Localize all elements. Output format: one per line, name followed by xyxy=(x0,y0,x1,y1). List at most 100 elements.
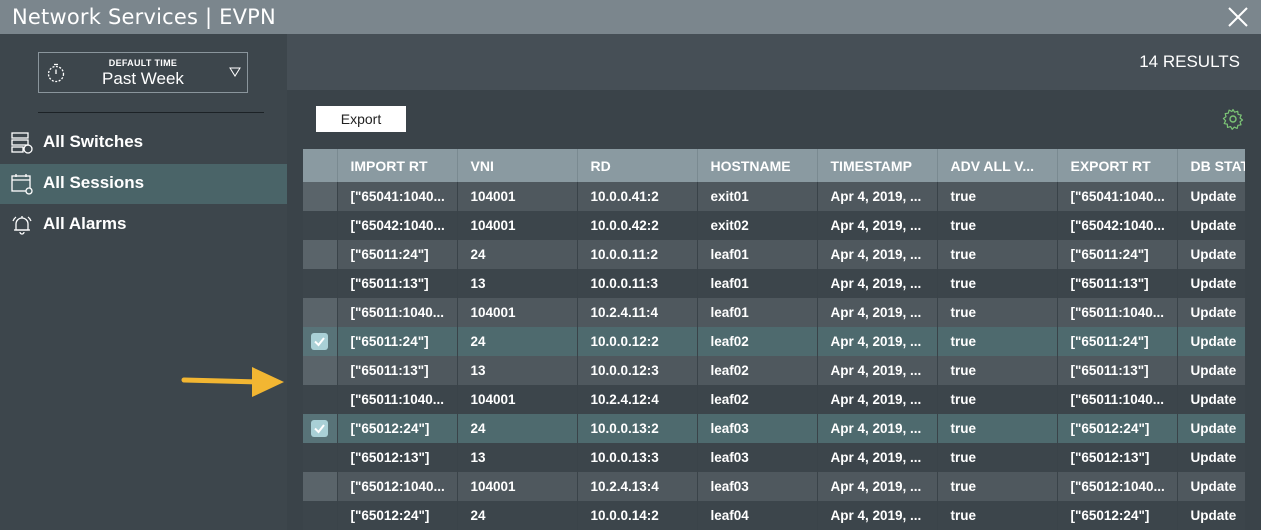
sessions-table: IMPORT RT VNI RD HOSTNAME TIMESTAMP ADV … xyxy=(303,149,1245,530)
sessions-icon xyxy=(11,174,33,195)
column-header-import-rt[interactable]: IMPORT RT xyxy=(337,149,458,182)
table-cell: Apr 4, 2019, ... xyxy=(817,356,938,385)
table-cell: Apr 4, 2019, ... xyxy=(817,327,938,356)
column-header-export-rt[interactable]: EXPORT RT xyxy=(1057,149,1178,182)
table-row[interactable]: ["65012:1040... 104001 10.2.4.13:4 leaf03 Ap… xyxy=(303,472,1245,501)
table-row[interactable]: ["65011:1040... 104001 10.2.4.12:4 leaf02 Ap… xyxy=(303,385,1245,414)
sidebar-item-all-alarms[interactable]: All Alarms xyxy=(0,205,287,245)
alarm-bell-icon xyxy=(12,216,32,235)
table-cell: 24 xyxy=(457,501,578,530)
table-cell: leaf02 xyxy=(697,356,818,385)
table-row[interactable]: ["65011:24"] 24 10.0.0.11:2 leaf01 Apr 4, 20… xyxy=(303,240,1245,269)
table-header-row: IMPORT RT VNI RD HOSTNAME TIMESTAMP ADV … xyxy=(303,149,1245,182)
export-button[interactable]: Export xyxy=(316,106,406,132)
row-select-cell[interactable] xyxy=(303,385,338,414)
table-row[interactable]: ["65011:13"] 13 10.0.0.12:3 leaf02 Apr 4, 20… xyxy=(303,356,1245,385)
table-cell: leaf03 xyxy=(697,414,818,443)
table-cell: true xyxy=(937,240,1058,269)
table-cell: Apr 4, 2019, ... xyxy=(817,182,938,211)
table-cell: true xyxy=(937,501,1058,530)
sidebar-item-all-sessions[interactable]: All Sessions xyxy=(0,164,287,204)
row-select-cell[interactable] xyxy=(303,501,338,530)
table-cell: 104001 xyxy=(457,182,578,211)
time-range-dropdown[interactable]: DEFAULT TIME Past Week xyxy=(38,52,248,93)
table-cell: true xyxy=(937,182,1058,211)
table-cell: ["65011:1040... xyxy=(1057,298,1178,327)
switches-icon xyxy=(11,132,33,154)
results-count: 14 RESULTS xyxy=(1139,52,1240,71)
table-row[interactable]: ["65012:24"] 24 10.0.0.14:2 leaf04 Apr 4, 20… xyxy=(303,501,1245,530)
table-cell: Update xyxy=(1177,443,1245,472)
row-select-cell[interactable] xyxy=(303,240,338,269)
row-select-cell[interactable] xyxy=(303,298,338,327)
table-cell: ["65041:1040... xyxy=(1057,182,1178,211)
column-header-rd[interactable]: RD xyxy=(577,149,698,182)
table-row[interactable]: ["65012:13"] 13 10.0.0.13:3 leaf03 Apr 4, 20… xyxy=(303,443,1245,472)
table-cell: ["65012:13"] xyxy=(337,443,458,472)
close-icon[interactable] xyxy=(1225,4,1251,30)
table-cell: ["65011:13"] xyxy=(1057,356,1178,385)
table-cell: ["65012:13"] xyxy=(1057,443,1178,472)
annotation-arrow xyxy=(181,367,284,397)
table-cell: ["65041:1040... xyxy=(337,182,458,211)
row-select-cell[interactable] xyxy=(303,269,338,298)
table-cell: 10.0.0.14:2 xyxy=(577,501,698,530)
table-cell: Update xyxy=(1177,298,1245,327)
table-cell: Apr 4, 2019, ... xyxy=(817,298,938,327)
table-cell: 10.2.4.12:4 xyxy=(577,385,698,414)
table-row[interactable]: ["65011:24"] 24 10.0.0.12:2 leaf02 Apr 4, 20… xyxy=(303,327,1245,356)
table-cell: true xyxy=(937,356,1058,385)
row-select-cell[interactable] xyxy=(303,211,338,240)
table-cell: ["65011:24"] xyxy=(337,240,458,269)
sidebar-item-all-switches[interactable]: All Switches xyxy=(0,123,287,163)
title-bar: Network Services | EVPN xyxy=(0,0,1261,34)
column-header-timestamp[interactable]: TIMESTAMP xyxy=(817,149,938,182)
table-cell: ["65012:1040... xyxy=(1057,472,1178,501)
table-cell: Update xyxy=(1177,356,1245,385)
table-cell: Update xyxy=(1177,182,1245,211)
row-select-cell[interactable] xyxy=(303,182,338,211)
table-cell: Update xyxy=(1177,472,1245,501)
column-header-adv-all-vni[interactable]: ADV ALL V... xyxy=(937,149,1058,182)
caret-down-icon xyxy=(229,67,241,77)
checkbox-checked-icon[interactable] xyxy=(311,420,329,437)
table-cell: true xyxy=(937,298,1058,327)
table-cell: ["65012:1040... xyxy=(337,472,458,501)
table-cell: true xyxy=(937,385,1058,414)
column-header-hostname[interactable]: HOSTNAME xyxy=(697,149,818,182)
table-cell: Update xyxy=(1177,385,1245,414)
table-row[interactable]: ["65011:1040... 104001 10.2.4.11:4 leaf01 Ap… xyxy=(303,298,1245,327)
row-select-cell[interactable] xyxy=(303,356,338,385)
table-cell: leaf03 xyxy=(697,472,818,501)
table-cell: true xyxy=(937,443,1058,472)
row-select-cell[interactable] xyxy=(303,327,338,356)
table-cell: 104001 xyxy=(457,211,578,240)
gear-icon[interactable] xyxy=(1222,108,1244,130)
table-cell: 10.0.0.12:3 xyxy=(577,356,698,385)
table-cell: 10.0.0.13:3 xyxy=(577,443,698,472)
row-select-cell[interactable] xyxy=(303,472,338,501)
table-cell: ["65042:1040... xyxy=(337,211,458,240)
table-cell: Apr 4, 2019, ... xyxy=(817,240,938,269)
column-header-vni[interactable]: VNI xyxy=(457,149,578,182)
table-row[interactable]: ["65012:24"] 24 10.0.0.13:2 leaf03 Apr 4, 20… xyxy=(303,414,1245,443)
column-header-db-state[interactable]: DB STATE xyxy=(1177,149,1245,182)
table-row[interactable]: ["65042:1040... 104001 10.0.0.42:2 exit02 Ap… xyxy=(303,211,1245,240)
table-cell: Apr 4, 2019, ... xyxy=(817,443,938,472)
row-select-cell[interactable] xyxy=(303,414,338,443)
table-row[interactable]: ["65011:13"] 13 10.0.0.11:3 leaf01 Apr 4, 20… xyxy=(303,269,1245,298)
sidebar-divider xyxy=(38,112,264,113)
table-cell: 10.0.0.42:2 xyxy=(577,211,698,240)
table-cell: leaf01 xyxy=(697,298,818,327)
main-panel: 14 RESULTS Export IMPORT RT VNI RD HOSTN… xyxy=(287,34,1261,530)
table-cell: true xyxy=(937,472,1058,501)
table-cell: ["65012:24"] xyxy=(337,414,458,443)
table-cell: exit01 xyxy=(697,182,818,211)
select-column-header[interactable] xyxy=(303,149,338,182)
table-cell: 10.2.4.13:4 xyxy=(577,472,698,501)
table-cell: ["65011:24"] xyxy=(1057,327,1178,356)
table-cell: true xyxy=(937,269,1058,298)
row-select-cell[interactable] xyxy=(303,443,338,472)
table-row[interactable]: ["65041:1040... 104001 10.0.0.41:2 exit01 Ap… xyxy=(303,182,1245,211)
checkbox-checked-icon[interactable] xyxy=(311,333,329,350)
